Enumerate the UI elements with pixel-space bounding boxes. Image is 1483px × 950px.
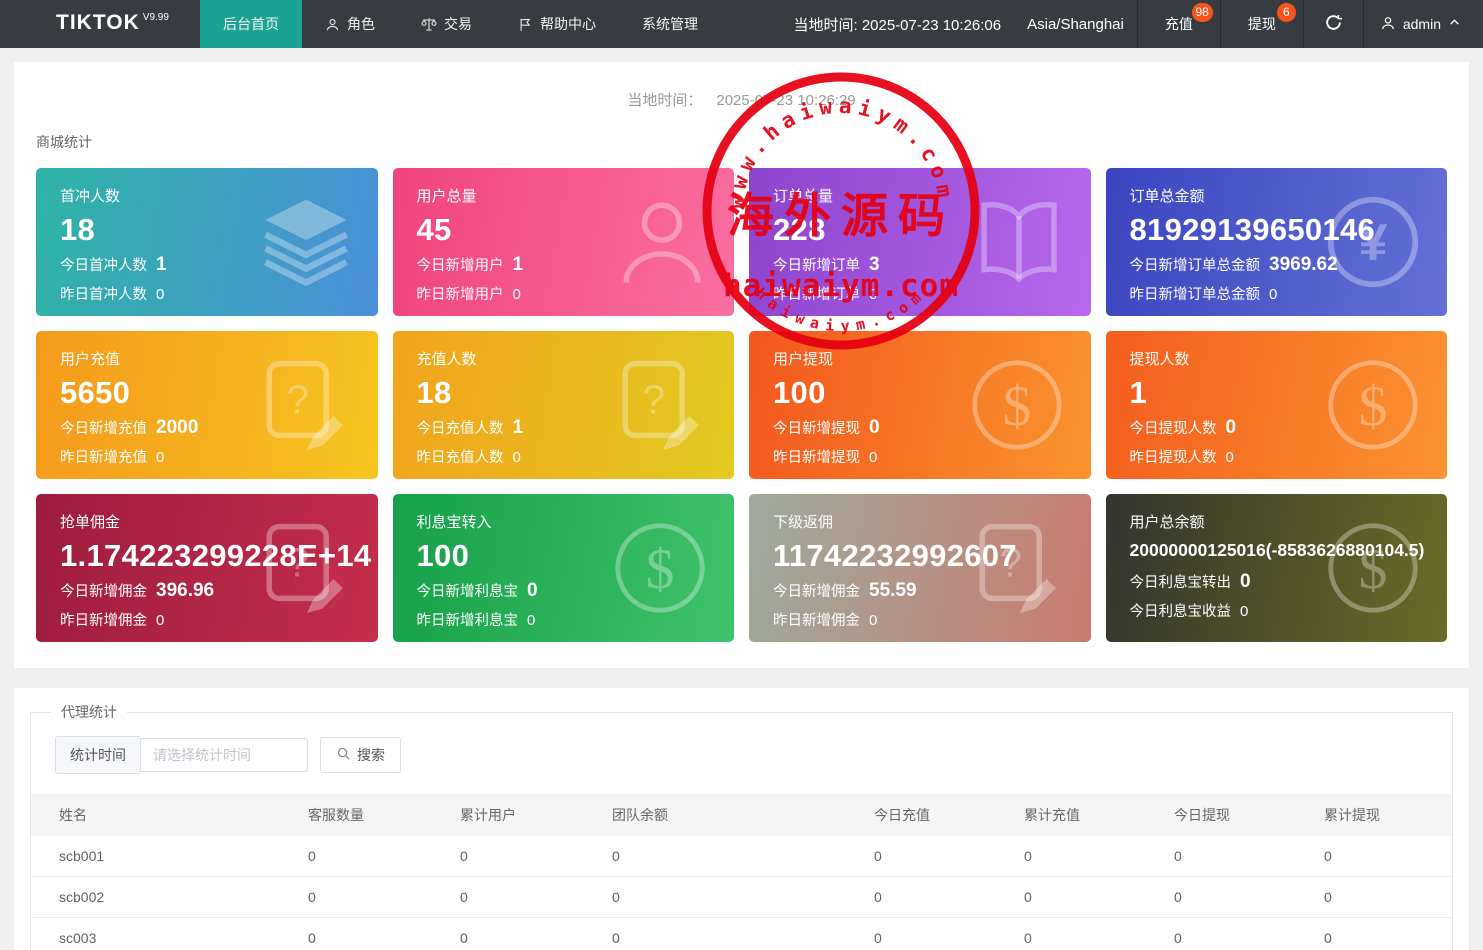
dollar-icon (969, 357, 1065, 453)
stat-card-user-total-balance: 用户总余额 20000000125016(-8583626880104.5) 今… (1106, 494, 1448, 642)
table-row: scb0020 00 00 00 (31, 877, 1452, 918)
chevron-up-icon (1448, 16, 1461, 32)
recharge-button[interactable]: 充值 98 (1138, 0, 1220, 48)
shop-stats-panel: 当地时间：2025-07-23 10:26:29 商城统计 首冲人数 18 今日… (14, 62, 1469, 668)
stat-card-interest-transfer-in: 利息宝转入 100 今日新增利息宝0 昨日新增利息宝0 (393, 494, 735, 642)
timezone: Asia/Shanghai (1014, 0, 1137, 48)
agent-stats-fieldset: 代理统计 统计时间 搜索 姓名 客服数量 累计用户 团队余额 (30, 702, 1453, 950)
col-name: 姓名 (31, 794, 296, 836)
section-title-agent-stats: 代理统计 (51, 702, 127, 722)
stat-card-first-recharge-users: 首冲人数 18 今日首冲人数1 昨日首冲人数0 (36, 168, 378, 316)
withdraw-button[interactable]: 提现 6 (1221, 0, 1303, 48)
menu-item-trade[interactable]: 交易 (398, 0, 495, 48)
table-header-row: 姓名 客服数量 累计用户 团队余额 今日充值 累计充值 今日提现 累计提现 (31, 794, 1452, 836)
stat-card-user-recharge: 用户充值 5650 今日新增充值2000 昨日新增充值0 (36, 331, 378, 479)
layers-icon (260, 196, 352, 288)
col-team-balance: 团队余额 (600, 794, 862, 836)
col-service-count: 客服数量 (296, 794, 448, 836)
stat-card-recharge-users: 充值人数 18 今日充值人数1 昨日充值人数0 (393, 331, 735, 479)
document-question-edit-icon (616, 359, 708, 451)
dollar-icon (1325, 520, 1421, 616)
withdraw-badge: 6 (1277, 3, 1296, 22)
content-local-time: 当地时间：2025-07-23 10:26:29 (14, 62, 1469, 110)
menu-item-system[interactable]: 系统管理 (619, 0, 721, 48)
yen-icon (1325, 194, 1421, 290)
table-row: scb0010 00 00 00 (31, 836, 1452, 877)
col-total-withdraw: 累计提现 (1312, 794, 1452, 836)
refresh-icon (1324, 13, 1343, 35)
search-icon (336, 746, 351, 764)
user-menu[interactable]: admin (1364, 0, 1483, 48)
stat-card-user-withdraw: 用户提现 100 今日新增提现0 昨日新增提现0 (749, 331, 1091, 479)
flag-icon (518, 17, 533, 32)
table-row: sc0030 00 00 00 (31, 918, 1452, 950)
stat-time-input[interactable] (140, 738, 308, 772)
section-title-shop-stats: 商城统计 (14, 110, 1469, 168)
menu-item-help-center[interactable]: 帮助中心 (495, 0, 619, 48)
stat-card-withdraw-users: 提现人数 1 今日提现人数0 昨日提现人数0 (1106, 331, 1448, 479)
stat-card-sub-rebate: 下级返佣 11742232992607 今日新增佣金55.59 昨日新增佣金0 (749, 494, 1091, 642)
scales-icon (421, 16, 437, 32)
book-icon (973, 196, 1065, 288)
col-today-withdraw: 今日提现 (1162, 794, 1312, 836)
stat-card-grab-commission: 抢单佣金 1.174223299228E+14 今日新增佣金396.96 昨日新… (36, 494, 378, 642)
col-today-recharge: 今日充值 (862, 794, 1012, 836)
stat-card-total-users: 用户总量 45 今日新增用户1 昨日新增用户0 (393, 168, 735, 316)
document-question-edit-icon (973, 522, 1065, 614)
document-question-edit-icon (260, 522, 352, 614)
app-version: V9.99 (143, 12, 169, 23)
recharge-badge: 98 (1192, 3, 1213, 22)
user-icon (1380, 15, 1396, 34)
dollar-icon (1325, 357, 1421, 453)
navbar-right: 当地时间: 2025-07-23 10:26:06 Asia/Shanghai … (780, 0, 1483, 48)
stat-cards-grid: 首冲人数 18 今日首冲人数1 昨日首冲人数0 用户总量 45 今日新增用户1 … (14, 168, 1469, 642)
refresh-button[interactable] (1304, 0, 1363, 48)
stat-card-total-order-amount: 订单总金额 81929139650146 今日新增订单总金额3969.62 昨日… (1106, 168, 1448, 316)
app-logo-text: TIKTOK (56, 11, 140, 35)
dollar-icon (612, 520, 708, 616)
search-button[interactable]: 搜索 (320, 737, 401, 773)
username: admin (1403, 16, 1441, 32)
document-question-edit-icon (260, 359, 352, 451)
agent-filter-row: 统计时间 搜索 (31, 734, 1452, 794)
col-total-recharge: 累计充值 (1012, 794, 1162, 836)
menu-item-roles[interactable]: 角色 (302, 0, 398, 48)
col-total-users: 累计用户 (448, 794, 600, 836)
app-logo[interactable]: TIKTOK V9.99 (0, 0, 200, 48)
main-menu: 后台首页 角色 交易 帮助中心 系统管理 (200, 0, 721, 48)
agent-table: 姓名 客服数量 累计用户 团队余额 今日充值 累计充值 今日提现 累计提现 sc… (31, 794, 1452, 950)
local-time: 当地时间: 2025-07-23 10:26:06 (780, 0, 1014, 48)
stat-time-label: 统计时间 (55, 736, 140, 774)
person-icon (325, 17, 340, 32)
person-icon (616, 196, 708, 288)
agent-stats-panel: 代理统计 统计时间 搜索 姓名 客服数量 累计用户 团队余额 (14, 688, 1469, 950)
menu-item-home[interactable]: 后台首页 (200, 0, 302, 48)
stat-card-total-orders: 订单总量 228 今日新增订单3 昨日新增订单0 (749, 168, 1091, 316)
top-navbar: TIKTOK V9.99 后台首页 角色 交易 帮助中心 系统管理 (0, 0, 1483, 48)
